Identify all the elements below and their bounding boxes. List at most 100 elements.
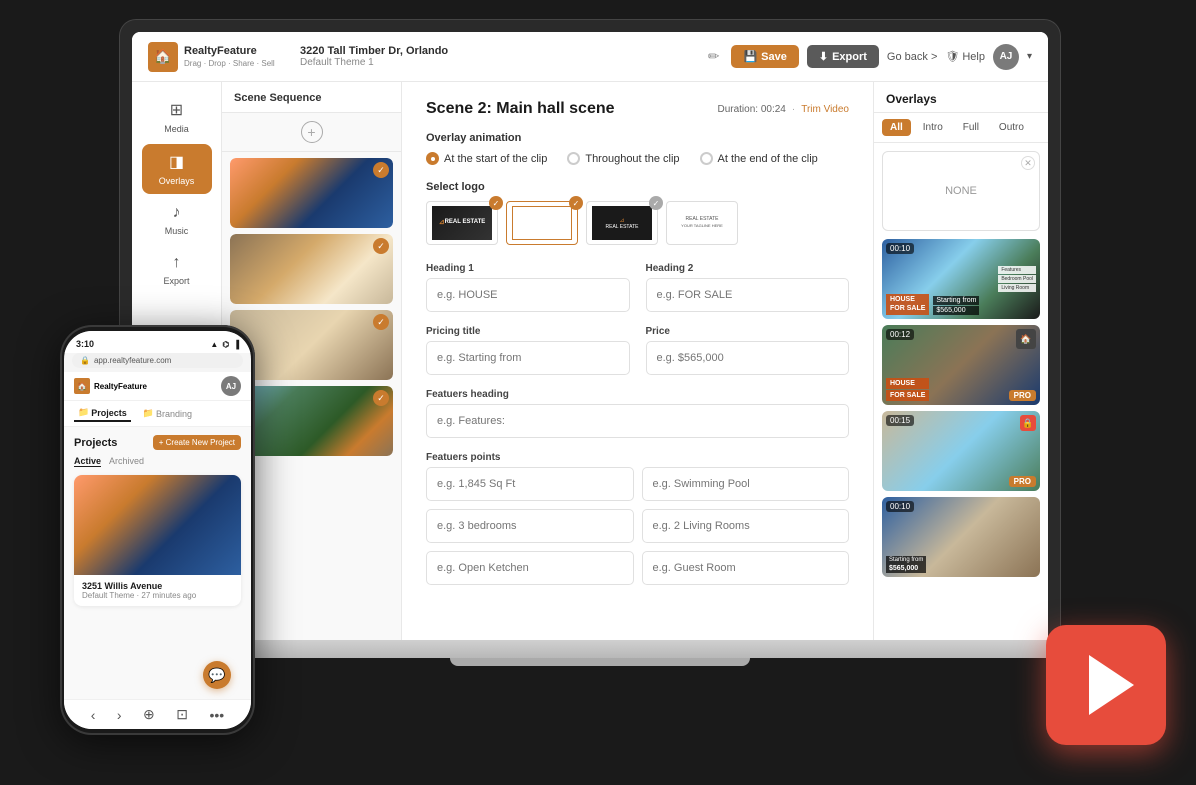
share-icon[interactable]: ⊕ bbox=[143, 706, 155, 723]
point-input-3[interactable] bbox=[426, 509, 634, 543]
point-input-6[interactable] bbox=[642, 551, 850, 585]
overlay-card-bg-4: 00:10 Starting from $565,000 bbox=[882, 497, 1040, 577]
overlay-card-1[interactable]: 00:10 Features Bedroom Pool Living Room … bbox=[882, 239, 1040, 319]
scene-title: Scene 2: Main hall scene bbox=[426, 100, 615, 118]
overlay-tab-outro[interactable]: Outro bbox=[991, 119, 1032, 136]
overlay-tab-full[interactable]: Full bbox=[955, 119, 987, 136]
phone-tab-projects[interactable]: 📁 Projects bbox=[74, 405, 131, 422]
features-heading-group: Featuers heading bbox=[426, 389, 849, 438]
price-label: Price bbox=[646, 326, 850, 337]
overlay-card-4[interactable]: 00:10 Starting from $565,000 bbox=[882, 497, 1040, 577]
main-content: Scene 2: Main hall scene Duration: 00:24… bbox=[402, 82, 873, 640]
pricing-row: Pricing title Price bbox=[426, 326, 849, 375]
logo-check-1: ✓ bbox=[489, 196, 503, 210]
price-group: Price bbox=[646, 326, 850, 375]
help-button[interactable]: 🛡 Help bbox=[945, 50, 985, 63]
point-input-2[interactable] bbox=[642, 467, 850, 501]
sidebar-item-export[interactable]: ↑ Export bbox=[142, 246, 212, 294]
export-sidebar-icon: ↑ bbox=[173, 254, 181, 272]
overlay-lock-icon-3: 🔒 bbox=[1020, 415, 1036, 431]
play-triangle-icon bbox=[1089, 655, 1134, 715]
back-icon[interactable]: ‹ bbox=[91, 707, 96, 723]
tabs-icon[interactable]: ⊡ bbox=[176, 706, 188, 723]
logo-option-3[interactable]: ⊿ REAL ESTATE ✓ bbox=[586, 201, 658, 245]
logo-img-4: REAL ESTATEYOUR TAGLINE HERE bbox=[672, 206, 732, 240]
youtube-play-button[interactable] bbox=[1046, 625, 1166, 745]
forward-icon[interactable]: › bbox=[117, 707, 122, 723]
heading-row: Heading 1 Heading 2 bbox=[426, 263, 849, 312]
heading2-input[interactable] bbox=[646, 278, 850, 312]
overlay-tab-intro[interactable]: Intro bbox=[915, 119, 951, 136]
features-points-label: Featuers points bbox=[426, 452, 849, 463]
sidebar-item-music[interactable]: ♪ Music bbox=[142, 196, 212, 244]
edit-icon[interactable]: ✏ bbox=[708, 48, 720, 65]
phone-subtabs: Active Archived bbox=[74, 456, 241, 467]
overlay-features-1: Features Bedroom Pool Living Room bbox=[998, 266, 1036, 292]
heading1-input[interactable] bbox=[426, 278, 630, 312]
shield-icon: 🛡 bbox=[945, 50, 959, 63]
phone-status-right: ▲ ⌬ ▐ bbox=[210, 340, 239, 349]
logo-option-2[interactable]: ✓ bbox=[506, 201, 578, 245]
overlay-tab-all[interactable]: All bbox=[882, 119, 911, 136]
phone-avatar[interactable]: AJ bbox=[221, 376, 241, 396]
overlay-card-2[interactable]: 00:12 🏠 HOUSE FOR SALE PRO bbox=[882, 325, 1040, 405]
more-icon[interactable]: ••• bbox=[209, 707, 224, 723]
phone-subtab-archived[interactable]: Archived bbox=[109, 456, 144, 467]
overlay-pro-badge-2: PRO bbox=[1009, 390, 1036, 401]
scene-check-2: ✓ bbox=[373, 238, 389, 254]
laptop: 🏠 RealtyFeature Drag · Drop · Share · Se… bbox=[120, 20, 1080, 700]
logo-tagline: Drag · Drop · Share · Sell bbox=[184, 59, 275, 68]
phone-fab-button[interactable]: 💬 bbox=[203, 661, 231, 689]
chevron-down-icon[interactable]: ▾ bbox=[1027, 51, 1032, 62]
header-address: 3220 Tall Timber Dr, Orlando Default The… bbox=[300, 45, 696, 68]
export-icon: ⬇ bbox=[819, 50, 828, 63]
trim-video-link[interactable]: Trim Video bbox=[801, 104, 849, 115]
features-heading-label: Featuers heading bbox=[426, 389, 849, 400]
features-heading-input[interactable] bbox=[426, 404, 849, 438]
overlay-card-3[interactable]: 00:15 🔒 PRO bbox=[882, 411, 1040, 491]
logo-img-2 bbox=[512, 206, 572, 240]
phone-create-button[interactable]: + Create New Project bbox=[153, 435, 241, 450]
radio-throughout[interactable]: Throughout the clip bbox=[567, 152, 679, 165]
phone-projects-header: Projects + Create New Project bbox=[74, 435, 241, 450]
phone-time: 3:10 bbox=[76, 339, 94, 349]
goback-button[interactable]: Go back > bbox=[887, 51, 937, 63]
overlay-icon-2: 🏠 bbox=[1016, 329, 1036, 349]
sidebar-label-overlays: Overlays bbox=[159, 176, 195, 186]
phone-tab-branding[interactable]: 📁 Branding bbox=[139, 405, 196, 422]
point-input-5[interactable] bbox=[426, 551, 634, 585]
sidebar-item-media[interactable]: ⊞ Media bbox=[142, 92, 212, 142]
save-button[interactable]: 💾 Save bbox=[731, 45, 798, 68]
overlay-time-1: 00:10 bbox=[886, 243, 914, 254]
avatar[interactable]: AJ bbox=[993, 44, 1019, 70]
logo-check-2: ✓ bbox=[569, 196, 583, 210]
sidebar-item-overlays[interactable]: ◨ Overlays bbox=[142, 144, 212, 194]
folder-icon: 📁 bbox=[78, 407, 89, 418]
heading1-label: Heading 1 bbox=[426, 263, 630, 274]
radio-at-end[interactable]: At the end of the clip bbox=[700, 152, 818, 165]
radio-at-start[interactable]: At the start of the clip bbox=[426, 152, 547, 165]
logo-option-4[interactable]: REAL ESTATEYOUR TAGLINE HERE bbox=[666, 201, 738, 245]
point-input-4[interactable] bbox=[642, 509, 850, 543]
overlay-none-option[interactable]: ✕ NONE bbox=[882, 151, 1040, 231]
phone-subtab-active[interactable]: Active bbox=[74, 456, 101, 467]
logo-option-1[interactable]: ⊿ REAL ESTATE ✓ bbox=[426, 201, 498, 245]
heading2-group: Heading 2 bbox=[646, 263, 850, 312]
phone-url-bar[interactable]: 🔒 app.realtyfeature.com bbox=[72, 353, 243, 368]
phone-project-card[interactable]: 3251 Willis Avenue Default Theme · 27 mi… bbox=[74, 475, 241, 606]
export-button[interactable]: ⬇ Export bbox=[807, 45, 879, 68]
pricing-title-input[interactable] bbox=[426, 341, 630, 375]
scene-add-button[interactable]: + bbox=[301, 121, 323, 143]
scene-thumb-2[interactable]: ✓ bbox=[230, 234, 393, 304]
point-input-1[interactable] bbox=[426, 467, 634, 501]
phone: 3:10 ▲ ⌬ ▐ 🔒 app.realtyfeature.com 🏠 Rea… bbox=[60, 325, 255, 735]
music-icon: ♪ bbox=[173, 204, 181, 222]
scene-thumb-1[interactable]: ✓ bbox=[230, 158, 393, 228]
overlay-house-text-1: HOUSEFOR SALE bbox=[886, 294, 929, 315]
scene-duration: Duration: 00:24 bbox=[717, 104, 785, 115]
select-logo-label: Select logo bbox=[426, 181, 849, 193]
overlay-time-3: 00:15 bbox=[886, 415, 914, 426]
signal-icon: ▲ bbox=[210, 340, 218, 349]
price-input[interactable] bbox=[646, 341, 850, 375]
points-grid bbox=[426, 467, 849, 585]
